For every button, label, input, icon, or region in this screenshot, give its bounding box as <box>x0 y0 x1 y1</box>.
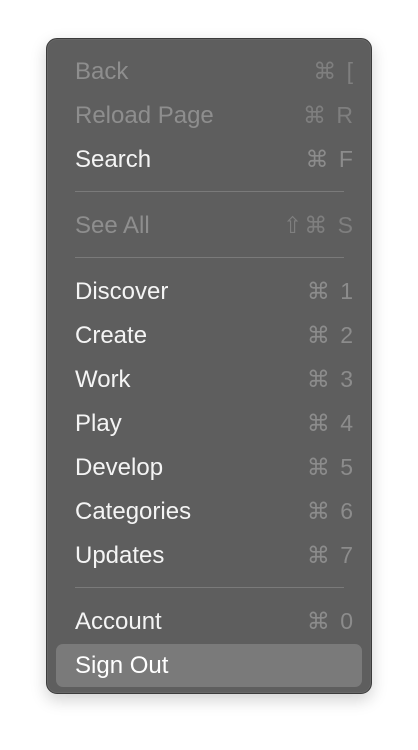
menu-item-label: See All <box>75 212 150 239</box>
menu-item-search[interactable]: Search ⌘ F <box>56 138 362 181</box>
menu-item-label: Updates <box>75 542 165 569</box>
menu-item-shortcut: ⌘ 6 <box>306 498 355 524</box>
menu-item-label: Play <box>75 410 122 437</box>
context-menu: Back ⌘ [ Reload Page ⌘ R Search ⌘ F See … <box>46 38 372 694</box>
menu-item-reload-page: Reload Page ⌘ R <box>56 94 362 137</box>
menu-item-develop[interactable]: Develop ⌘ 5 <box>56 446 362 489</box>
menu-item-account[interactable]: Account ⌘ 0 <box>56 600 362 643</box>
menu-item-label: Discover <box>75 278 169 305</box>
menu-separator <box>75 191 344 192</box>
menu-item-work[interactable]: Work ⌘ 3 <box>56 358 362 401</box>
menu-item-label: Account <box>75 608 162 635</box>
menu-item-shortcut: ⌘ 4 <box>306 410 355 436</box>
menu-separator <box>75 257 344 258</box>
menu-item-discover[interactable]: Discover ⌘ 1 <box>56 270 362 313</box>
menu-item-see-all: See All ⇧⌘ S <box>56 204 362 247</box>
menu-item-shortcut: ⇧⌘ S <box>282 212 355 238</box>
menu-item-label: Back <box>75 58 129 85</box>
menu-item-label: Develop <box>75 454 164 481</box>
menu-item-shortcut: ⌘ 5 <box>306 454 355 480</box>
menu-item-shortcut: ⌘ R <box>303 102 355 128</box>
menu-item-shortcut: ⌘ 0 <box>306 608 355 634</box>
menu-item-label: Reload Page <box>75 102 214 129</box>
menu-item-categories[interactable]: Categories ⌘ 6 <box>56 490 362 533</box>
menu-item-create[interactable]: Create ⌘ 2 <box>56 314 362 357</box>
menu-item-label: Create <box>75 322 148 349</box>
menu-item-shortcut: ⌘ 1 <box>306 278 355 304</box>
menu-item-updates[interactable]: Updates ⌘ 7 <box>56 534 362 577</box>
menu-item-play[interactable]: Play ⌘ 4 <box>56 402 362 445</box>
menu-item-label: Categories <box>75 498 192 525</box>
menu-separator <box>75 587 344 588</box>
menu-item-shortcut: ⌘ [ <box>313 58 355 84</box>
menu-item-shortcut: ⌘ 3 <box>306 366 355 392</box>
menu-item-shortcut: ⌘ 7 <box>306 542 355 568</box>
menu-item-label: Search <box>75 146 152 173</box>
menu-item-shortcut: ⌘ F <box>305 146 355 172</box>
menu-item-sign-out[interactable]: Sign Out <box>56 644 362 687</box>
menu-item-back: Back ⌘ [ <box>56 50 362 93</box>
menu-item-shortcut: ⌘ 2 <box>306 322 355 348</box>
menu-item-label: Sign Out <box>75 652 169 679</box>
menu-item-label: Work <box>75 366 131 393</box>
